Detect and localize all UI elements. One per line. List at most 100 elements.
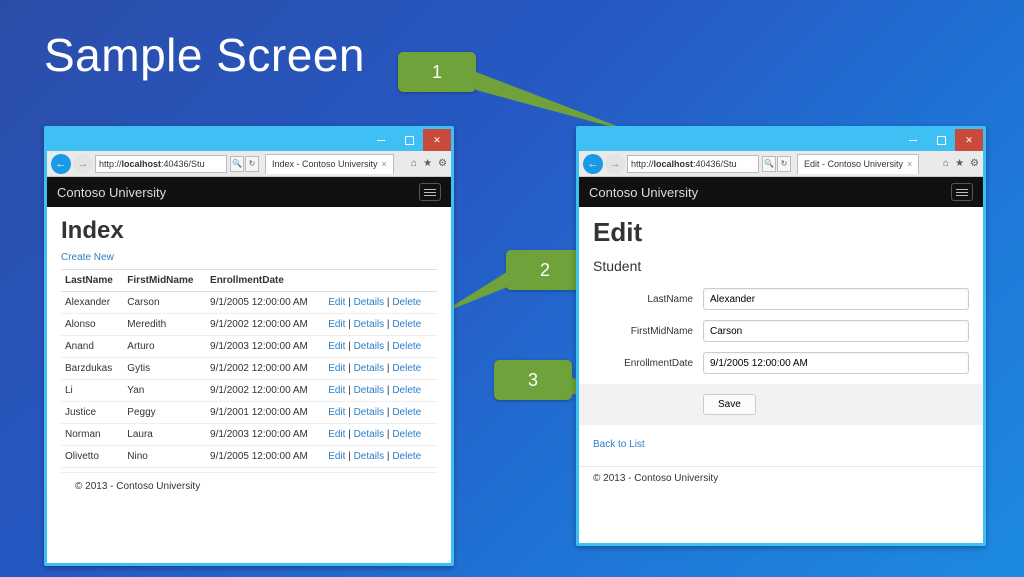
minimize-button[interactable] [899,129,927,151]
maximize-button[interactable] [395,129,423,151]
delete-link[interactable]: Delete [392,341,421,352]
titlebar-left [47,129,451,151]
save-bar: Save [579,384,983,425]
sub-heading: Student [593,258,969,274]
table-row: OlivettoNino9/1/2005 12:00:00 AMEdit | D… [61,446,437,468]
label-firstmidname: FirstMidName [593,326,703,337]
favorites-icon[interactable]: ★ [955,158,964,169]
home-icon[interactable]: ⌂ [943,158,949,169]
gear-icon[interactable]: ⚙ [970,158,979,169]
delete-link[interactable]: Delete [392,429,421,440]
cell-lastname: Alonso [61,314,123,336]
details-link[interactable]: Details [354,385,385,396]
details-link[interactable]: Details [354,319,385,330]
callout-2-tail [440,262,560,332]
hamburger-icon[interactable] [951,183,973,201]
minimize-button[interactable] [367,129,395,151]
edit-link[interactable]: Edit [328,407,345,418]
details-link[interactable]: Details [354,407,385,418]
details-link[interactable]: Details [354,451,385,462]
details-link[interactable]: Details [354,429,385,440]
edit-link[interactable]: Edit [328,363,345,374]
label-lastname: LastName [593,294,703,305]
back-button[interactable]: ← [51,154,71,174]
edit-link[interactable]: Edit [328,385,345,396]
tab-close-icon[interactable]: × [382,159,387,169]
address-bar-buttons: 🔍 ↻ [230,156,259,172]
ie-toolbar-right: ← → http://localhost:40436/Stu 🔍 ↻ Edit … [579,151,983,177]
delete-link[interactable]: Delete [392,385,421,396]
delete-link[interactable]: Delete [392,451,421,462]
cell-enrollmentdate: 9/1/2005 12:00:00 AM [206,292,324,314]
cell-lastname: Olivetto [61,446,123,468]
input-lastname[interactable] [703,288,969,310]
forward-button[interactable]: → [73,154,93,174]
cell-enrollmentdate: 9/1/2003 12:00:00 AM [206,336,324,358]
details-link[interactable]: Details [354,297,385,308]
callout-3-num: 3 [528,370,538,391]
ie-toolbar-left: ← → http://localhost:40436/Stu 🔍 ↻ Index… [47,151,451,177]
cell-firstmidname: Gytis [123,358,206,380]
search-icon[interactable]: 🔍 [762,156,776,172]
cell-actions: Edit | Details | Delete [324,292,437,314]
cell-actions: Edit | Details | Delete [324,380,437,402]
cell-actions: Edit | Details | Delete [324,314,437,336]
cell-enrollmentdate: 9/1/2001 12:00:00 AM [206,402,324,424]
app-header-right: Contoso University [579,177,983,207]
edit-link[interactable]: Edit [328,297,345,308]
table-row: NormanLaura9/1/2003 12:00:00 AMEdit | De… [61,424,437,446]
cell-enrollmentdate: 9/1/2005 12:00:00 AM [206,446,324,468]
cell-lastname: Alexander [61,292,123,314]
refresh-icon[interactable]: ↻ [777,156,791,172]
table-row: BarzdukasGytis9/1/2002 12:00:00 AMEdit |… [61,358,437,380]
tab-close-icon[interactable]: × [907,159,912,169]
close-button[interactable] [955,129,983,151]
cell-enrollmentdate: 9/1/2002 12:00:00 AM [206,314,324,336]
details-link[interactable]: Details [354,341,385,352]
ie-command-icons: ⌂ ★ ⚙ [411,158,447,169]
hamburger-icon[interactable] [419,183,441,201]
edit-link[interactable]: Edit [328,451,345,462]
table-row: AnandArturo9/1/2003 12:00:00 AMEdit | De… [61,336,437,358]
edit-link[interactable]: Edit [328,429,345,440]
input-firstmidname[interactable] [703,320,969,342]
edit-link[interactable]: Edit [328,319,345,330]
back-button[interactable]: ← [583,154,603,174]
details-link[interactable]: Details [354,363,385,374]
refresh-icon[interactable]: ↻ [245,156,259,172]
label-enrollmentdate: EnrollmentDate [593,358,703,369]
delete-link[interactable]: Delete [392,407,421,418]
gear-icon[interactable]: ⚙ [438,158,447,169]
close-button[interactable] [423,129,451,151]
browser-tab[interactable]: Edit - Contoso University × [797,154,919,174]
favorites-icon[interactable]: ★ [423,158,432,169]
browser-tab[interactable]: Index - Contoso University × [265,154,394,174]
delete-link[interactable]: Delete [392,363,421,374]
address-bar[interactable]: http://localhost:40436/Stu [95,155,227,173]
save-button[interactable]: Save [703,394,756,415]
delete-link[interactable]: Delete [392,319,421,330]
cell-actions: Edit | Details | Delete [324,402,437,424]
home-icon[interactable]: ⌂ [411,158,417,169]
address-bar[interactable]: http://localhost:40436/Stu [627,155,759,173]
callout-3: 3 [494,360,572,400]
cell-enrollmentdate: 9/1/2003 12:00:00 AM [206,424,324,446]
edit-link[interactable]: Edit [328,341,345,352]
app-title: Contoso University [57,185,166,200]
row-firstmidname: FirstMidName [593,320,969,342]
cell-firstmidname: Arturo [123,336,206,358]
cell-lastname: Barzdukas [61,358,123,380]
maximize-button[interactable] [927,129,955,151]
cell-enrollmentdate: 9/1/2002 12:00:00 AM [206,358,324,380]
col-lastname: LastName [61,270,123,292]
delete-link[interactable]: Delete [392,297,421,308]
create-new-link[interactable]: Create New [61,252,114,263]
back-to-list-link[interactable]: Back to List [593,439,645,450]
search-icon[interactable]: 🔍 [230,156,244,172]
input-enrollmentdate[interactable] [703,352,969,374]
cell-actions: Edit | Details | Delete [324,424,437,446]
forward-button[interactable]: → [605,154,625,174]
url-rest: :40436/Stu [161,159,205,169]
titlebar-right [579,129,983,151]
page-right: Contoso University Edit Student LastName… [579,177,983,543]
